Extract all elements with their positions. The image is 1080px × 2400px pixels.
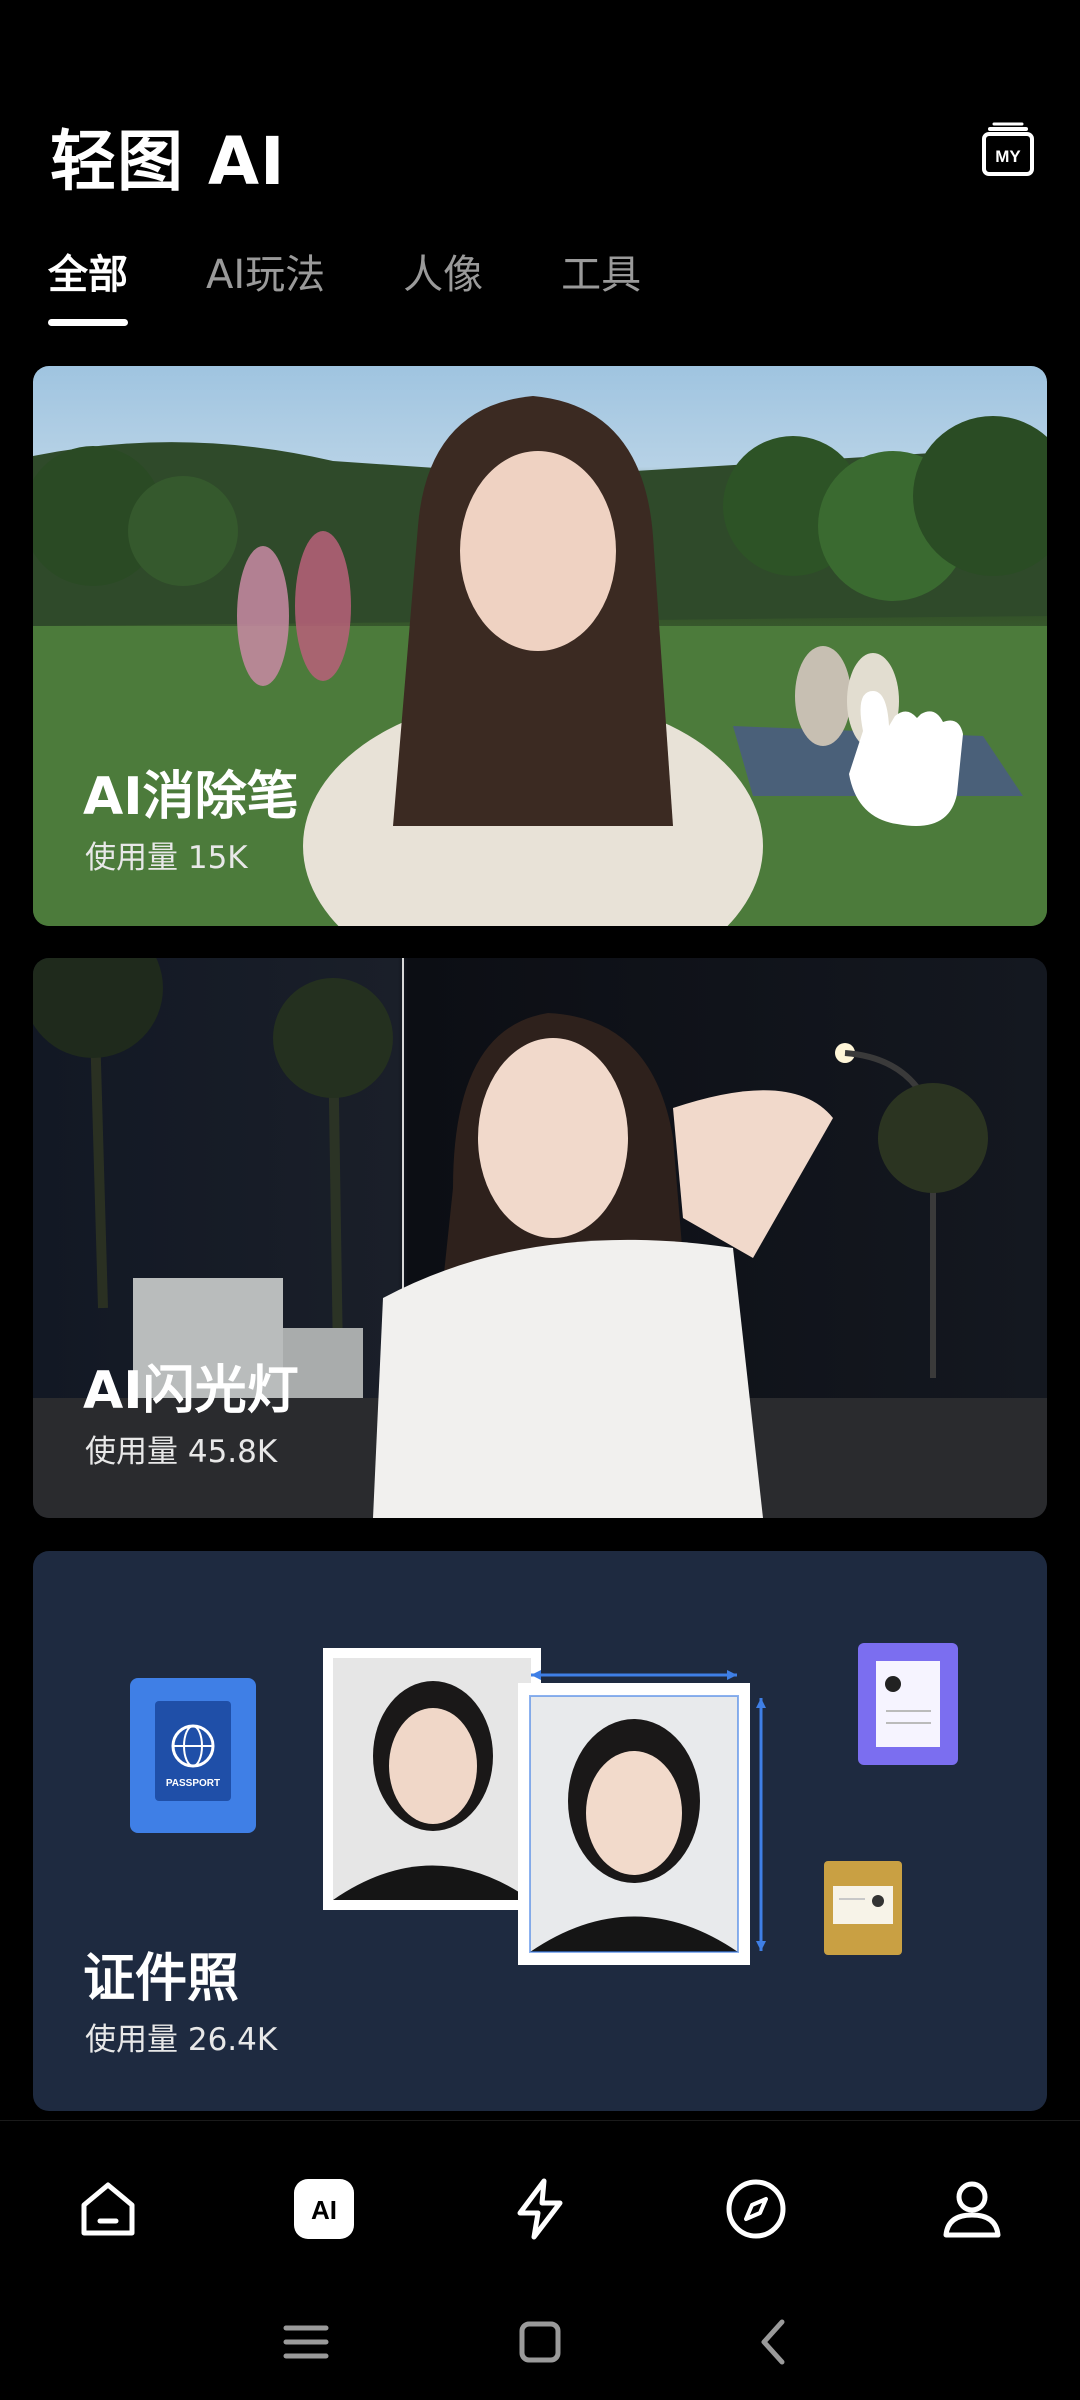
my-label: MY	[995, 147, 1021, 166]
card-usage: 使用量 15K	[85, 840, 248, 876]
card-usage: 使用量 26.4K	[85, 2022, 278, 2058]
id-card-icon	[824, 1861, 902, 1955]
tab-all[interactable]: 全部	[48, 242, 128, 326]
compass-icon[interactable]	[724, 2177, 788, 2241]
home-square-icon[interactable]	[510, 2312, 570, 2372]
ai-icon-label: AI	[311, 2195, 337, 2225]
card-title: AI闪光灯	[83, 1361, 299, 1421]
passport-icon: PASSPORT	[130, 1678, 256, 1833]
profile-icon[interactable]	[940, 2177, 1004, 2241]
card-title: 证件照	[83, 1949, 240, 2009]
feature-card-id-photo[interactable]: PASSPORT 证件照 使用量 26.4K	[33, 1551, 1047, 2111]
home-icon[interactable]	[76, 2177, 140, 2241]
app-title: 轻图 AI	[50, 123, 286, 200]
tab-tools[interactable]: 工具	[561, 242, 641, 326]
menu-icon[interactable]	[276, 2312, 336, 2372]
my-icon[interactable]: MY	[980, 122, 1036, 178]
ai-icon[interactable]: AI	[292, 2177, 356, 2241]
system-nav-bar	[0, 2290, 1080, 2400]
category-tabs: 全部 AI玩法 人像 工具	[48, 242, 641, 326]
document-icon	[858, 1643, 958, 1765]
card-title: AI消除笔	[83, 767, 299, 827]
bottom-nav: AI	[0, 2120, 1080, 2291]
feature-card-flash[interactable]: AI闪光灯 使用量 45.8K	[33, 958, 1047, 1518]
feature-card-eraser[interactable]: AI消除笔 使用量 15K	[33, 366, 1047, 926]
passport-label: PASSPORT	[166, 1778, 220, 1789]
card-usage: 使用量 45.8K	[85, 1434, 278, 1470]
back-icon[interactable]	[744, 2312, 804, 2372]
tab-portrait[interactable]: 人像	[403, 242, 483, 326]
lightning-icon[interactable]	[508, 2177, 572, 2241]
tab-ai-play[interactable]: AI玩法	[206, 242, 325, 326]
